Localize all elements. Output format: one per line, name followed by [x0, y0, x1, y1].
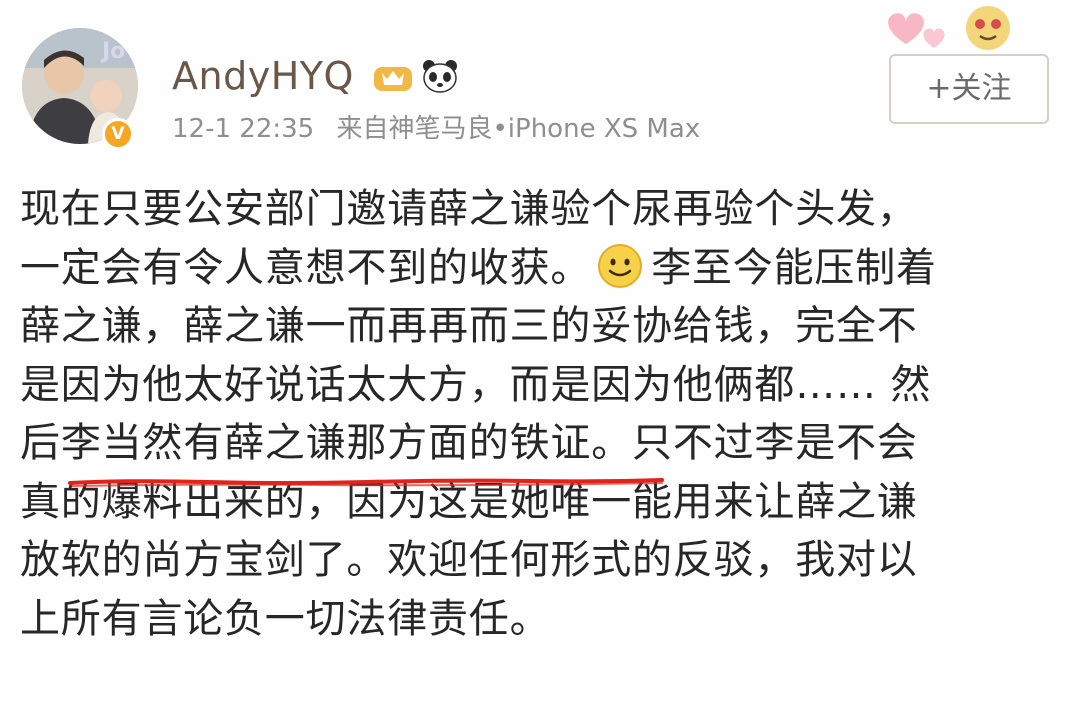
post-meta: 12-1 22:35 来自神笔马良•iPhone XS Max: [172, 112, 700, 146]
post-line: 上所有言论负一切法律责任。: [20, 590, 1065, 649]
post-source[interactable]: 来自神笔马良•iPhone XS Max: [336, 114, 700, 144]
follow-button[interactable]: +关注: [889, 54, 1049, 124]
red-underline-mark: [68, 478, 664, 487]
hearts-sticker-icon: [888, 6, 1010, 50]
post-line: 放软的尚方宝剑了。欢迎任何形式的反驳，我对以: [20, 531, 1065, 590]
post-text: 后: [20, 420, 61, 466]
post-line: 是因为他太好说话太大方，而是因为他俩都…… 然: [20, 356, 1065, 415]
username[interactable]: AndyHYQ: [172, 54, 354, 98]
member-crown-icon[interactable]: [372, 59, 414, 93]
post-text: 李至今能压制着: [651, 244, 937, 291]
panda-icon: [423, 60, 457, 93]
post-timestamp[interactable]: 12-1 22:35: [172, 114, 314, 144]
post-content: 现在只要公安部门邀请薛之谦验个尿再验个头发， 一定会有令人意想不到的收获。 李至…: [20, 180, 1065, 648]
svg-text:Jo: Jo: [100, 39, 125, 64]
post-line: 现在只要公安部门邀请薛之谦验个尿再验个头发，: [20, 180, 1065, 239]
post-text: 放软的尚方宝剑了。欢迎任何形式的反驳，我对以: [20, 537, 918, 583]
post-line: 薛之谦，薛之谦一而再再而三的妥协给钱，完全不: [20, 297, 1065, 356]
post-text: 是因为他太好说话太大方，而是因为他俩都…… 然: [20, 361, 932, 408]
post-line: 后李当然有薛之谦那方面的铁证。只不过李是不会: [20, 414, 1065, 473]
user-badges: [372, 56, 460, 96]
post-text: 上所有言论负一切法律责任。: [20, 595, 551, 642]
post-text: 现在只要公安部门邀请薛之谦验个尿再验个头发，: [20, 186, 918, 232]
post-line: 一定会有令人意想不到的收获。 李至今能压制着: [20, 239, 1065, 298]
post-text: 一定会有令人意想不到的收获。: [20, 244, 592, 291]
smiley-icon: [598, 243, 643, 288]
post-text: 薛之谦，薛之谦一而再再而三的妥协给钱，完全不: [20, 303, 918, 349]
verified-badge-icon: V: [102, 118, 134, 150]
highlighted-text: 李当然有薛之谦那方面的铁证: [60, 420, 592, 466]
post-text: 。只不过李是不会: [591, 420, 918, 466]
weibo-post: Jo V AndyHYQ 12-1 22:35 来自神笔马良•iPhone XS…: [0, 0, 1080, 724]
